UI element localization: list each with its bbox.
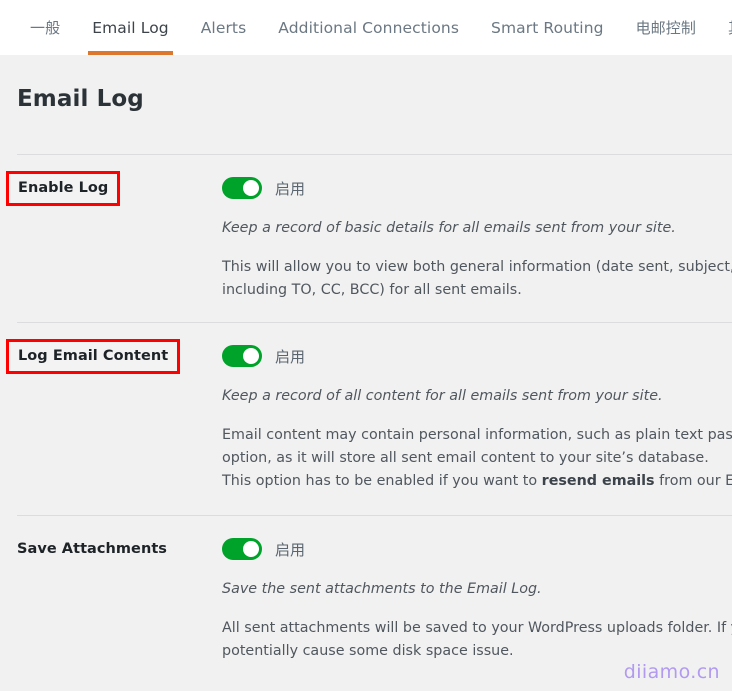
description-line: Email content may contain personal infor… [222, 424, 732, 447]
setting-field-column: 启用 Keep a record of all content for all e… [222, 323, 732, 493]
setting-row: Save Attachments 启用 Save the sent attachme… [0, 516, 732, 663]
setting-description-body: All sent attachments will be saved to yo… [222, 617, 732, 663]
setting-description-body: Email content may contain personal infor… [222, 424, 732, 493]
tab-additional-connections[interactable]: Additional Connections [262, 0, 475, 55]
tab-bar: 一般 Email Log Alerts Additional Connections S… [0, 0, 732, 55]
watermark: diiamo.cn [624, 661, 720, 683]
tab-label: Additional Connections [278, 19, 459, 37]
settings-list: Enable Log 启用 Keep a record of basic detai… [0, 155, 732, 663]
toggle-state-label: 启用 [275, 178, 305, 199]
tab-alerts[interactable]: Alerts [185, 0, 263, 55]
setting-row: Log Email Content 启用 Keep a record of all … [0, 323, 732, 493]
tab-email-log[interactable]: Email Log [76, 0, 185, 55]
toggle-state-label: 启用 [275, 539, 305, 560]
setting-description-italic: Keep a record of basic details for all e… [222, 218, 732, 239]
tab-label: Smart Routing [491, 19, 604, 37]
toggle-line: 启用 [222, 536, 732, 562]
setting-row: Enable Log 启用 Keep a record of basic detai… [0, 155, 732, 302]
setting-label: Save Attachments [17, 541, 167, 557]
description-line: This option has to be enabled if you wan… [222, 470, 732, 493]
tab-smart-routing[interactable]: Smart Routing [475, 0, 620, 55]
setting-label-highlighted: Enable Log [6, 171, 120, 206]
toggle-line: 启用 [222, 175, 732, 201]
setting-description-italic: Save the sent attachments to the Email L… [222, 579, 732, 600]
settings-content: Email Log Enable Log 启用 Keep a record of b… [0, 55, 732, 691]
description-line: This will allow you to view both general… [222, 256, 732, 279]
setting-field-column: 启用 Save the sent attachments to the Email… [222, 516, 732, 663]
toggle-switch[interactable] [222, 538, 262, 560]
settings-page: 一般 Email Log Alerts Additional Connections S… [0, 0, 732, 691]
tab-label: 电邮控制 [636, 17, 696, 38]
description-line: option, as it will store all sent email … [222, 447, 732, 470]
tab-label: Alerts [201, 19, 247, 37]
setting-label-highlighted: Log Email Content [6, 339, 180, 374]
description-line: including TO, CC, BCC) for all sent emai… [222, 279, 732, 302]
toggle-state-label: 启用 [275, 346, 305, 367]
tab-一般[interactable]: 一般 [14, 0, 76, 55]
tab-label: Email Log [92, 19, 169, 37]
page-title: Email Log [0, 55, 732, 112]
toggle-switch[interactable] [222, 345, 262, 367]
tab-电邮控制[interactable]: 电邮控制 [620, 0, 712, 55]
tab-label: 一般 [30, 17, 60, 38]
toggle-line: 启用 [222, 343, 732, 369]
description-line: All sent attachments will be saved to yo… [222, 617, 732, 640]
tab-label: 其他 [728, 17, 732, 38]
setting-label-column: Save Attachments [0, 516, 222, 557]
tab-其他[interactable]: 其他 [712, 0, 732, 55]
toggle-knob [243, 541, 259, 557]
emphasis-text: resend emails [542, 473, 655, 489]
setting-description-italic: Keep a record of all content for all ema… [222, 386, 732, 407]
toggle-knob [243, 180, 259, 196]
setting-field-column: 启用 Keep a record of basic details for all… [222, 155, 732, 302]
setting-description-body: This will allow you to view both general… [222, 256, 732, 302]
toggle-switch[interactable] [222, 177, 262, 199]
setting-label-column: Enable Log [0, 155, 222, 206]
toggle-knob [243, 348, 259, 364]
description-line: potentially cause some disk space issue. [222, 640, 732, 663]
setting-label-column: Log Email Content [0, 323, 222, 374]
